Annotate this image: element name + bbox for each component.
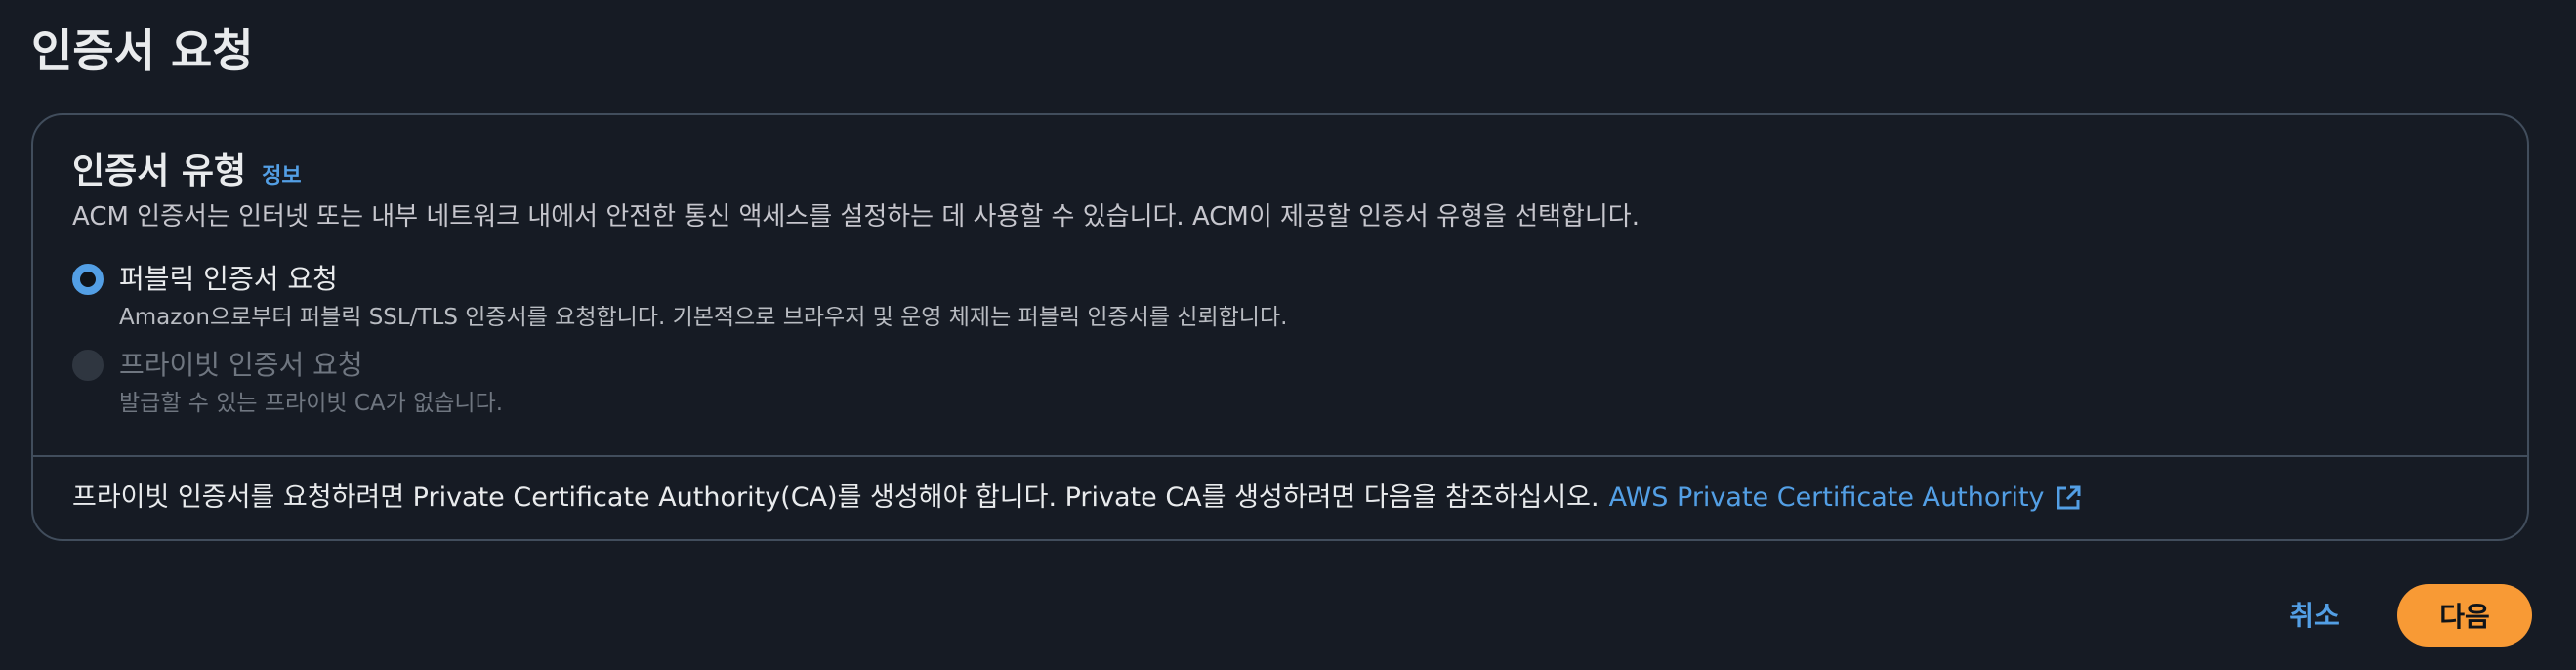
panel-description: ACM 인증서는 인터넷 또는 내부 네트워크 내에서 안전한 통신 액세스를 … [72, 202, 1640, 231]
radio-text-public: 퍼블릭 인증서 요청 Amazon으로부터 퍼블릭 SSL/TLS 인증서를 요… [119, 262, 1287, 334]
private-ca-note: 프라이빗 인증서를 요청하려면 Private Certificate Auth… [72, 479, 2082, 518]
certificate-type-panel: 인증서 유형 정보 ACM 인증서는 인터넷 또는 내부 네트워크 내에서 안전… [31, 113, 2529, 541]
panel-header: 인증서 유형 정보 [72, 148, 302, 195]
external-link-icon [2055, 484, 2082, 512]
private-ca-link[interactable]: AWS Private Certificate Authority [1609, 479, 2082, 518]
cancel-button[interactable]: 취소 [2275, 590, 2353, 639]
radio-label-private: 프라이빗 인증서 요청 [119, 349, 363, 381]
radio-text-private: 프라이빗 인증서 요청 발급할 수 있는 프라이빗 CA가 없습니다. [119, 348, 503, 420]
radio-description-public: Amazon으로부터 퍼블릭 SSL/TLS 인증서를 요청합니다. 기본적으로… [119, 305, 1288, 330]
request-certificate-page: 인증서 요청 인증서 유형 정보 ACM 인증서는 인터넷 또는 내부 네트워크… [0, 0, 2576, 670]
radio-description-private: 발급할 수 있는 프라이빗 CA가 없습니다. [119, 391, 504, 416]
private-ca-note-text: 프라이빗 인증서를 요청하려면 Private Certificate Auth… [72, 482, 1600, 513]
private-ca-link-label[interactable]: AWS Private Certificate Authority [1609, 479, 2045, 518]
page-title: 인증서 요청 [31, 24, 254, 77]
radio-option-private: 프라이빗 인증서 요청 발급할 수 있는 프라이빗 CA가 없습니다. [72, 348, 503, 420]
radio-button-private [72, 350, 104, 381]
info-link[interactable]: 정보 [262, 158, 301, 189]
panel-title: 인증서 유형 [72, 151, 247, 191]
radio-button-public[interactable] [72, 264, 104, 295]
next-button[interactable]: 다음 [2397, 584, 2532, 647]
panel-divider [33, 455, 2527, 457]
radio-label-public[interactable]: 퍼블릭 인증서 요청 [119, 262, 1287, 297]
radio-option-public[interactable]: 퍼블릭 인증서 요청 Amazon으로부터 퍼블릭 SSL/TLS 인증서를 요… [72, 262, 1287, 334]
